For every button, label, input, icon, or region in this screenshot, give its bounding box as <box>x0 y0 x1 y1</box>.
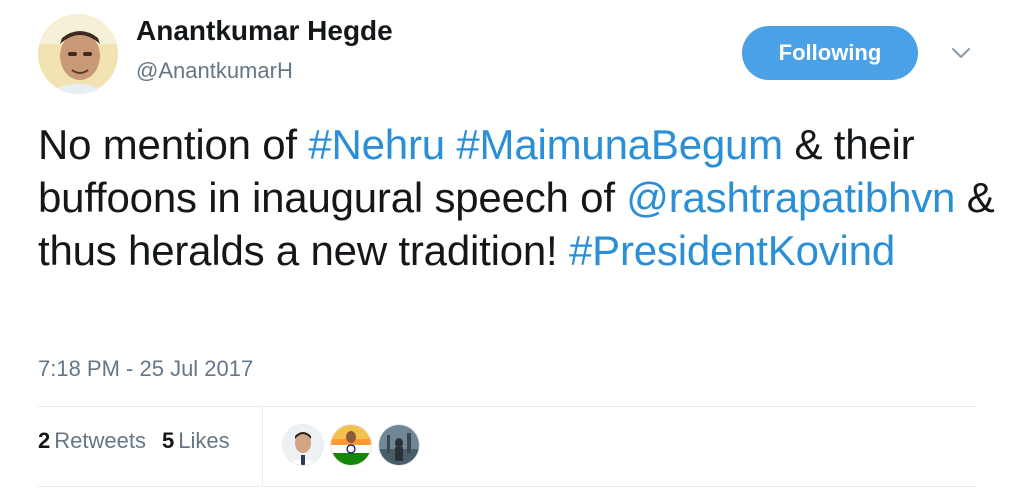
hashtag-link[interactable]: #MaimunaBegum <box>456 121 783 168</box>
retweets-stat[interactable]: 2 Retweets <box>38 428 146 454</box>
tweet-card: Anantkumar Hegde @AnantkumarH Following … <box>0 0 1024 502</box>
avatar-image <box>38 14 118 94</box>
liker-avatar[interactable] <box>330 424 372 466</box>
tweet-stats: 2 Retweets 5 Likes <box>38 428 246 454</box>
more-options-button[interactable] <box>946 38 976 68</box>
stats-separator <box>262 406 263 486</box>
avatar-image <box>331 425 371 465</box>
avatar-image <box>379 425 419 465</box>
liker-avatar[interactable] <box>282 424 324 466</box>
likes-count: 5 <box>161 428 175 453</box>
hashtag-link[interactable]: #PresidentKovind <box>569 227 895 274</box>
mention-link[interactable]: @rashtrapatibhvn <box>626 174 955 221</box>
author-screen-name[interactable]: @AnantkumarH <box>136 58 293 84</box>
liker-avatar[interactable] <box>378 424 420 466</box>
divider <box>38 486 976 487</box>
tweet-text-segment <box>445 121 456 168</box>
avatar-image <box>283 425 323 465</box>
divider <box>38 406 976 407</box>
hashtag-link[interactable]: #Nehru <box>308 121 445 168</box>
retweets-count: 2 <box>38 428 51 453</box>
author-avatar[interactable] <box>38 14 118 94</box>
liker-avatars <box>282 424 426 466</box>
tweet-text-segment: No mention of <box>38 121 309 168</box>
likes-label: Likes <box>178 428 230 453</box>
retweets-label: Retweets <box>54 428 146 453</box>
tweet-timestamp[interactable]: 7:18 PM - 25 Jul 2017 <box>38 356 253 382</box>
tweet-text: No mention of #Nehru #MaimunaBegum & the… <box>38 118 998 277</box>
likes-stat[interactable]: 5 Likes <box>162 428 230 454</box>
following-button[interactable]: Following <box>742 26 918 80</box>
author-display-name[interactable]: Anantkumar Hegde <box>136 15 393 47</box>
chevron-down-icon <box>952 48 970 58</box>
